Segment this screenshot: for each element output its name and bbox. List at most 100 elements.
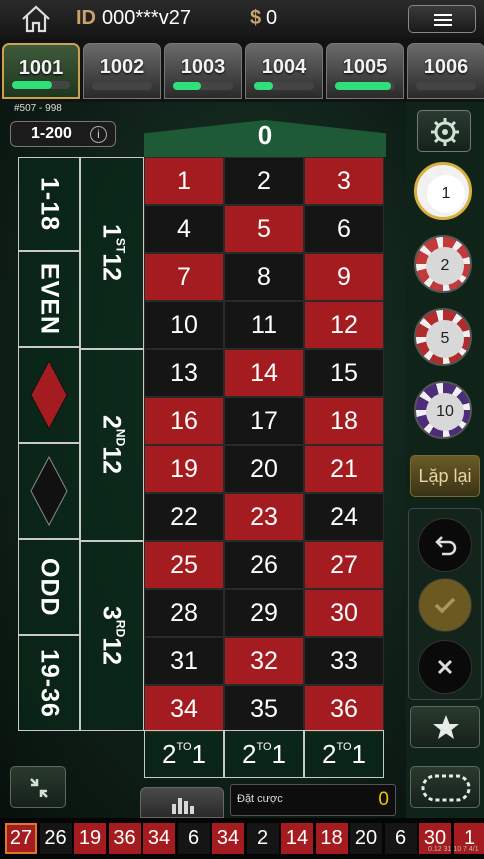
number-cell[interactable]: 3 [304, 157, 384, 205]
tab-label: 1001 [18, 57, 64, 79]
collapse-icon [30, 778, 48, 798]
number-cell[interactable]: 5 [224, 205, 304, 253]
chip-2[interactable]: 2 [414, 235, 472, 293]
even-bet[interactable]: EVEN [18, 251, 80, 347]
tab-progress-track [416, 82, 476, 90]
number-cell[interactable]: 35 [224, 685, 304, 733]
number-cell[interactable]: 33 [304, 637, 384, 685]
number-cell[interactable]: 23 [224, 493, 304, 541]
number-cell[interactable]: 7 [144, 253, 224, 301]
number-cell[interactable]: 13 [144, 349, 224, 397]
dozen-2-bet[interactable]: 2ND12 [80, 349, 144, 541]
tab-label: 1002 [99, 56, 145, 78]
user-id: 000***v27 [102, 7, 191, 29]
number-cell[interactable]: 14 [224, 349, 304, 397]
menu-button[interactable] [408, 5, 476, 33]
tab-progress-bar [254, 82, 273, 90]
black-bet[interactable] [18, 443, 80, 539]
high-bet[interactable]: 19-36 [18, 635, 80, 731]
confirm-button[interactable] [418, 578, 472, 632]
number-cell[interactable]: 8 [224, 253, 304, 301]
currency-symbol: $ [250, 7, 262, 29]
chip-value: 2 [426, 247, 464, 285]
chip-5[interactable]: 5 [414, 308, 472, 366]
number-cell[interactable]: 26 [224, 541, 304, 589]
odd-bet[interactable]: ODD [18, 539, 80, 635]
number-cell[interactable]: 2 [224, 157, 304, 205]
tab-1001[interactable]: 1001 [2, 43, 80, 99]
history-result: 26 [39, 823, 72, 854]
column-3-bet[interactable]: 2 TO 1 [304, 730, 384, 778]
number-cell[interactable]: 4 [144, 205, 224, 253]
column-1-bet[interactable]: 2 TO 1 [144, 730, 224, 778]
history-result: 34 [212, 823, 244, 854]
id-label: ID [76, 7, 96, 29]
tab-progress-track [92, 82, 152, 90]
history-result: 19 [74, 823, 106, 854]
table-tabs: 1001 1002 1003 1004 1005 1006 [0, 38, 484, 102]
favorite-bets-button[interactable] [410, 706, 480, 748]
statistics-tab[interactable] [140, 787, 224, 818]
number-cell[interactable]: 29 [224, 589, 304, 637]
number-cell[interactable]: 31 [144, 637, 224, 685]
number-cell[interactable]: 16 [144, 397, 224, 445]
number-cell[interactable]: 21 [304, 445, 384, 493]
chip-10[interactable]: 10 [414, 381, 472, 439]
column-2-bet[interactable]: 2 TO 1 [224, 730, 304, 778]
history-result: 6 [384, 823, 417, 854]
number-cell[interactable]: 22 [144, 493, 224, 541]
chip-1[interactable]: 1 [414, 162, 472, 220]
number-cell[interactable]: 28 [144, 589, 224, 637]
zero-cell[interactable]: 0 [144, 120, 386, 157]
number-cell[interactable]: 17 [224, 397, 304, 445]
number-cell[interactable]: 27 [304, 541, 384, 589]
balance-value: 0 [266, 7, 278, 29]
repeat-button[interactable]: Lặp lại [410, 455, 480, 497]
total-bet-value: 0 [378, 789, 389, 810]
number-cell[interactable]: 1 [144, 157, 224, 205]
number-cell[interactable]: 9 [304, 253, 384, 301]
number-cell[interactable]: 12 [304, 301, 384, 349]
roulette-board: 0 1-18 EVEN ODD 19-36 1ST12 2ND12 3RD12 … [18, 120, 386, 780]
tab-1003[interactable]: 1003 [164, 43, 242, 99]
low-bet[interactable]: 1-18 [18, 157, 80, 251]
minimize-button[interactable] [10, 766, 66, 808]
number-cell[interactable]: 24 [304, 493, 384, 541]
tab-1006[interactable]: 1006 [407, 43, 484, 99]
dozen-1-bet[interactable]: 1ST12 [80, 157, 144, 349]
home-icon[interactable] [20, 4, 52, 34]
number-cell[interactable]: 20 [224, 445, 304, 493]
settings-button[interactable] [417, 110, 471, 152]
history-result: 18 [315, 823, 348, 854]
racetrack-button[interactable] [410, 766, 480, 808]
number-cell[interactable]: 11 [224, 301, 304, 349]
clear-button[interactable] [418, 640, 472, 694]
history-result: 27 [5, 823, 37, 854]
history-result: 36 [108, 823, 141, 854]
undo-button[interactable] [418, 518, 472, 572]
tab-label: 1004 [261, 56, 307, 78]
number-cell[interactable]: 34 [144, 685, 224, 733]
number-cell[interactable]: 18 [304, 397, 384, 445]
history-result: 2 [246, 823, 279, 854]
history-result: 14 [281, 823, 313, 854]
number-cell[interactable]: 36 [304, 685, 384, 733]
round-id: #507 - 998 [14, 103, 62, 114]
number-cell[interactable]: 10 [144, 301, 224, 349]
number-cell[interactable]: 19 [144, 445, 224, 493]
gear-icon [431, 118, 459, 146]
dozen-3-bet[interactable]: 3RD12 [80, 541, 144, 731]
number-cell[interactable]: 25 [144, 541, 224, 589]
number-cell[interactable]: 6 [304, 205, 384, 253]
racetrack-icon [421, 774, 471, 802]
tab-1005[interactable]: 1005 [326, 43, 404, 99]
tab-1002[interactable]: 1002 [83, 43, 161, 99]
menu-icon [434, 14, 452, 16]
close-icon [437, 659, 453, 675]
chip-value: 10 [426, 393, 464, 431]
red-bet[interactable] [18, 347, 80, 443]
tab-1004[interactable]: 1004 [245, 43, 323, 99]
number-cell[interactable]: 32 [224, 637, 304, 685]
number-cell[interactable]: 30 [304, 589, 384, 637]
number-cell[interactable]: 15 [304, 349, 384, 397]
